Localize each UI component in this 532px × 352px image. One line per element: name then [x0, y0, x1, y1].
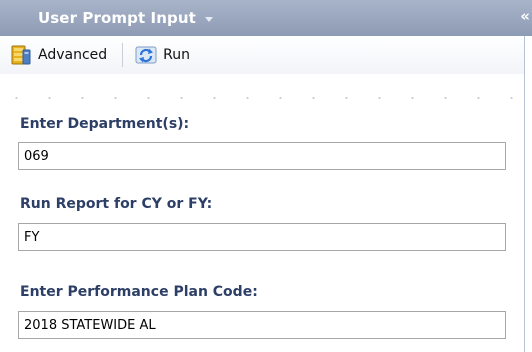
cy-fy-input[interactable]	[18, 223, 506, 251]
toolbar-divider	[0, 96, 524, 100]
collapse-panel-icon[interactable]: «	[520, 8, 530, 24]
plan-code-input[interactable]	[18, 311, 506, 339]
panel-titlebar: User Prompt Input «	[0, 0, 532, 36]
database-icon	[11, 45, 31, 65]
department-input[interactable]	[18, 142, 506, 170]
panel-title: User Prompt Input	[38, 9, 196, 27]
advanced-label: Advanced	[38, 47, 108, 63]
run-button[interactable]: Run	[134, 44, 190, 66]
cy-fy-label: Run Report for CY or FY:	[20, 196, 213, 212]
advanced-button[interactable]: Advanced	[11, 44, 107, 66]
department-label: Enter Department(s):	[20, 116, 190, 132]
run-label: Run	[163, 47, 191, 63]
plan-code-label: Enter Performance Plan Code:	[20, 284, 258, 300]
prompt-toolbar: Advanced Run	[0, 36, 524, 74]
user-prompt-panel: User Prompt Input « Advanced Run Enter D…	[0, 0, 532, 352]
title-dropdown-icon[interactable]	[204, 16, 213, 22]
toolbar-separator	[122, 43, 124, 67]
refresh-icon	[135, 46, 157, 64]
